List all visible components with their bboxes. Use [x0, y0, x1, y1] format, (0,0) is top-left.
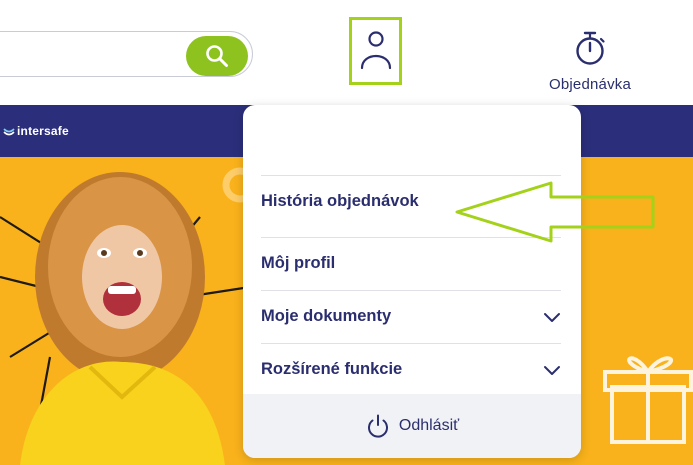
logout-label: Odhlásiť — [398, 417, 460, 434]
order-label: Objednávka — [548, 76, 632, 93]
menu-item-label: História objednávok — [261, 192, 419, 210]
logo-text: intersafe — [17, 124, 69, 138]
menu-item-order-history[interactable]: História objednávok — [261, 175, 561, 227]
logo[interactable]: intersafe — [3, 124, 69, 138]
logo-wave-icon — [3, 128, 15, 136]
menu-item-advanced-features[interactable]: Rozšírené funkcie — [261, 343, 561, 395]
chevron-down-icon[interactable] — [543, 308, 561, 326]
stopwatch-icon — [576, 31, 605, 65]
order-button[interactable]: Objednávka — [520, 28, 660, 98]
menu-item-my-documents[interactable]: Moje dokumenty — [261, 290, 561, 342]
search-button[interactable] — [186, 36, 248, 76]
header: Objednávka — [0, 0, 693, 105]
menu-item-label: Moje dokumenty — [261, 307, 392, 325]
logout-button[interactable]: Odhlásiť — [243, 394, 581, 458]
menu-item-my-profile[interactable]: Môj profil — [261, 237, 561, 289]
menu-item-label: Môj profil — [261, 254, 336, 272]
user-icon — [360, 31, 391, 70]
chevron-down-icon[interactable] — [543, 361, 561, 379]
account-dropdown-menu: História objednávok Môj profil Moje doku… — [243, 105, 581, 458]
power-icon — [367, 414, 388, 438]
account-button[interactable] — [349, 17, 402, 85]
search-input[interactable] — [7, 42, 151, 68]
menu-item-label: Rozšírené funkcie — [261, 360, 403, 378]
search-icon — [206, 45, 228, 67]
